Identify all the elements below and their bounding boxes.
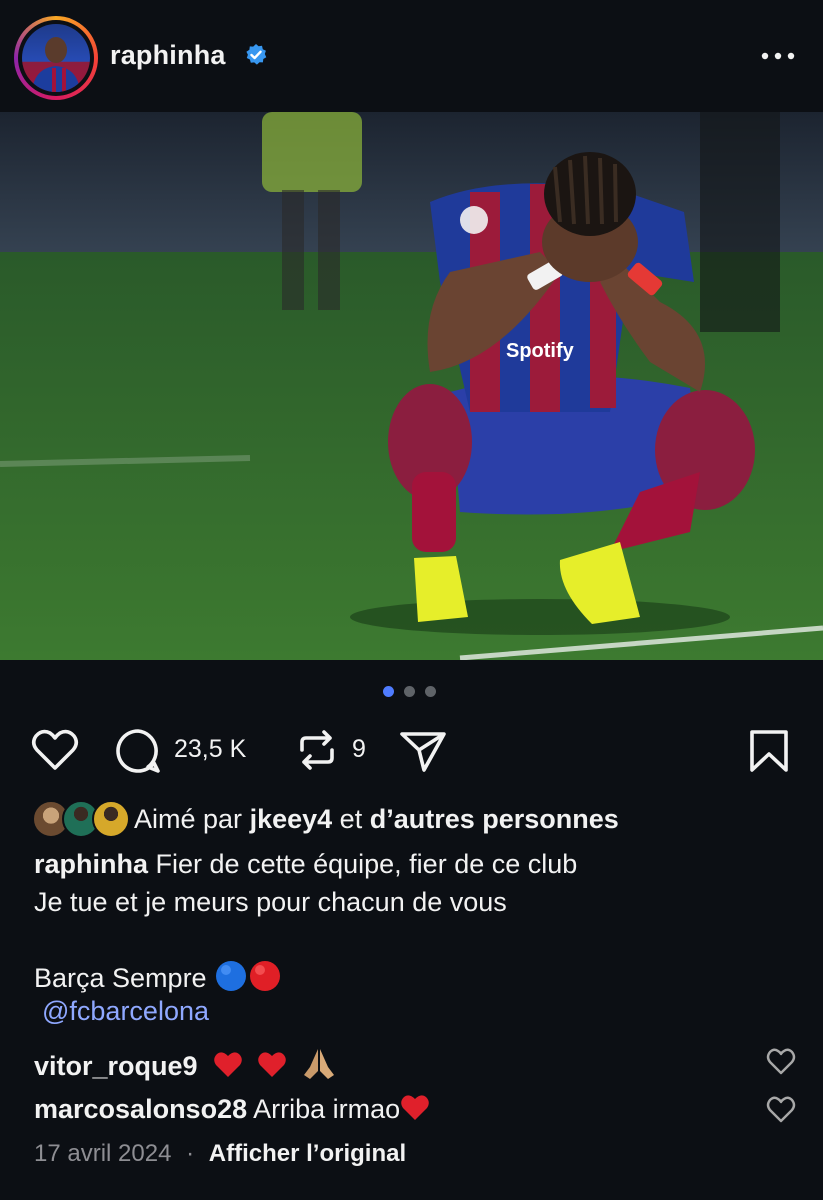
- comment-like-icon[interactable]: [766, 1048, 796, 1076]
- red-heart-emoji-icon: [401, 1095, 429, 1120]
- liked-by-row[interactable]: Aimé par jkeey4 et d’autres personnes: [32, 800, 812, 840]
- heart-outline-icon[interactable]: [30, 728, 80, 772]
- send-icon[interactable]: [398, 728, 448, 774]
- avatar-image: [22, 24, 90, 92]
- comment-row: marcosalonso28 Arriba irmao: [34, 1094, 430, 1125]
- liked-user[interactable]: jkeey4: [250, 804, 333, 834]
- comment-text: Arriba irmao: [253, 1094, 401, 1124]
- caption-text-line1: Fier de cette équipe, fier de ce club: [155, 849, 578, 879]
- red-heart-emoji-icon: [214, 1052, 242, 1077]
- repost-count: 9: [352, 735, 366, 763]
- mention-link[interactable]: @fcbarcelona: [42, 996, 209, 1027]
- liked-by-text: Aimé par jkeey4 et d’autres personnes: [134, 804, 619, 835]
- liked-connector: et: [339, 804, 363, 834]
- bookmark-icon[interactable]: [748, 728, 790, 774]
- caption-third-line: Barça Sempre: [34, 959, 794, 997]
- post-header: raphinha: [0, 0, 823, 112]
- post-photo[interactable]: Spotify: [0, 112, 823, 660]
- caption-text-line3: Barça Sempre: [34, 963, 207, 993]
- carousel-dot: [425, 686, 436, 697]
- footer-separator: ·: [186, 1140, 195, 1167]
- folded-hands-emoji-icon: [304, 1049, 335, 1079]
- comment-like-icon[interactable]: [766, 1096, 796, 1124]
- liked-others[interactable]: d’autres personnes: [370, 804, 619, 834]
- carousel-dot-active: [383, 686, 394, 697]
- caption-text-line2: Je tue et je meurs pour chacun de vous: [34, 887, 507, 917]
- post-image: Spotify: [0, 112, 823, 660]
- post-date: 17 avril 2024: [34, 1140, 172, 1167]
- action-bar: 23,5 K 9: [0, 722, 823, 778]
- comment-username[interactable]: marcosalonso28: [34, 1094, 247, 1124]
- profile-avatar[interactable]: [14, 16, 98, 100]
- verified-badge-icon: [246, 44, 267, 65]
- caption-first-line: raphinha Fier de cette équipe, fier de c…: [34, 845, 794, 883]
- post-username[interactable]: raphinha: [110, 40, 226, 71]
- comment-count: 23,5 K: [174, 735, 247, 763]
- svg-text:Spotify: Spotify: [506, 340, 575, 362]
- post-caption: raphinha Fier de cette équipe, fier de c…: [34, 845, 794, 997]
- more-horizontal-icon[interactable]: [758, 46, 798, 66]
- blue-circle-emoji-icon: [216, 961, 247, 991]
- liker-avatar: [92, 800, 130, 838]
- comment-bubble-icon[interactable]: [114, 727, 162, 775]
- comment-row: vitor_roque9: [34, 1045, 338, 1082]
- repost-icon[interactable]: [296, 728, 338, 772]
- red-circle-emoji-icon: [250, 961, 281, 991]
- caption-username[interactable]: raphinha: [34, 849, 148, 879]
- post-footer: 17 avril 2024 · Afficher l’original: [34, 1140, 406, 1168]
- avatar-border: [18, 20, 94, 96]
- comment-username[interactable]: vitor_roque9: [34, 1051, 198, 1081]
- carousel-dot: [404, 686, 415, 697]
- liked-prefix: Aimé par: [134, 804, 243, 834]
- show-original-link[interactable]: Afficher l’original: [209, 1140, 406, 1167]
- red-heart-emoji-icon: [257, 1052, 286, 1077]
